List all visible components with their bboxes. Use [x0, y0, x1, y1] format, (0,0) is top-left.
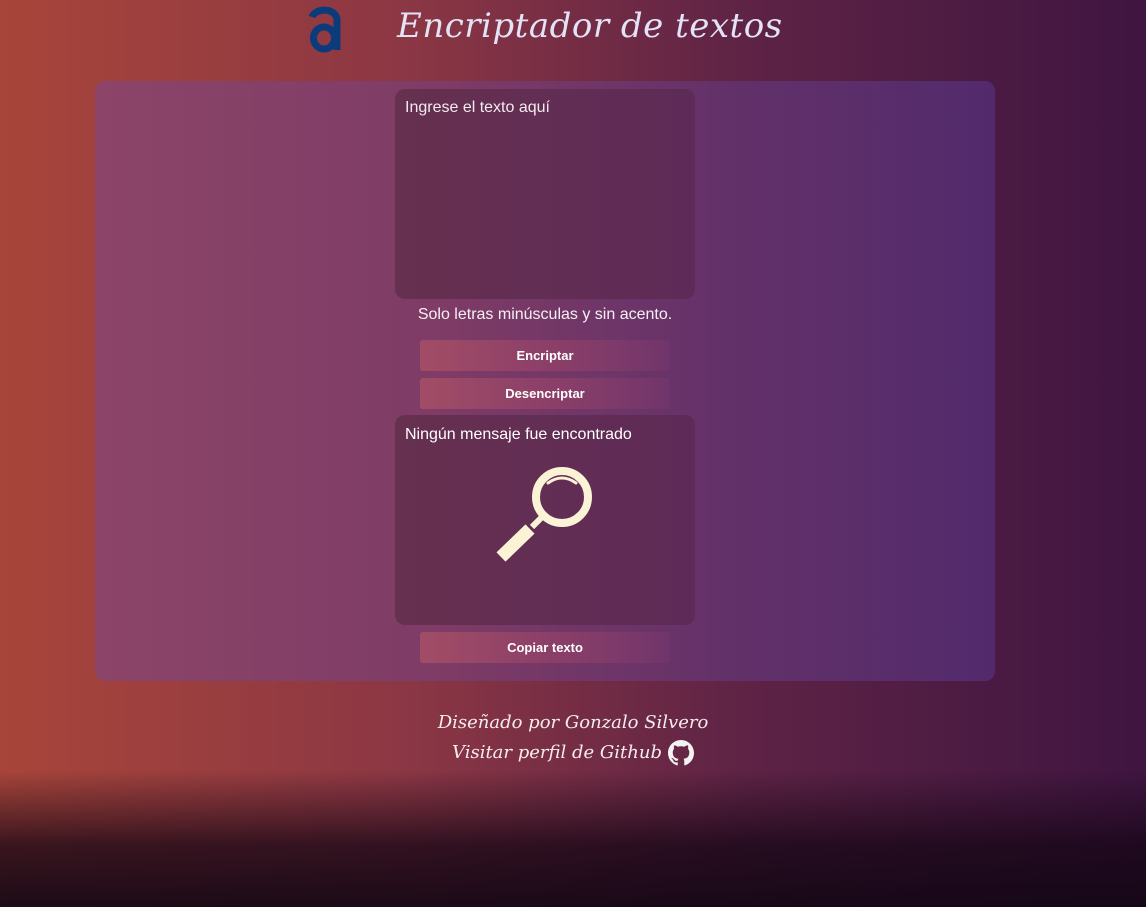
output-box: Ningún mensaje fue encontrado — [395, 415, 695, 625]
page-title: Encriptador de textos — [397, 6, 783, 46]
bottom-shade — [0, 770, 1146, 907]
main-panel: Solo letras minúsculas y sin acento. Enc… — [95, 81, 995, 681]
github-icon — [667, 740, 694, 766]
empty-output-message: Ningún mensaje fue encontrado — [405, 426, 632, 443]
text-input[interactable] — [395, 89, 695, 299]
page-header: Encriptador de textos — [0, 0, 1146, 60]
page-footer: Diseñado por Gonzalo Silvero Visitar per… — [0, 708, 1146, 768]
copy-button[interactable]: Copiar texto — [420, 632, 670, 663]
github-link-label: Visitar perfil de Github — [452, 742, 662, 763]
encrypt-button[interactable]: Encriptar — [420, 340, 670, 371]
github-profile-link[interactable]: Visitar perfil de Github — [452, 738, 694, 768]
decrypt-button[interactable]: Desencriptar — [420, 378, 670, 409]
alura-logo-icon[interactable] — [306, 2, 344, 54]
footer-credit: Diseñado por Gonzalo Silvero — [437, 712, 709, 733]
input-hint: Solo letras minúsculas y sin acento. — [417, 306, 673, 323]
magnifier-icon — [496, 467, 592, 562]
